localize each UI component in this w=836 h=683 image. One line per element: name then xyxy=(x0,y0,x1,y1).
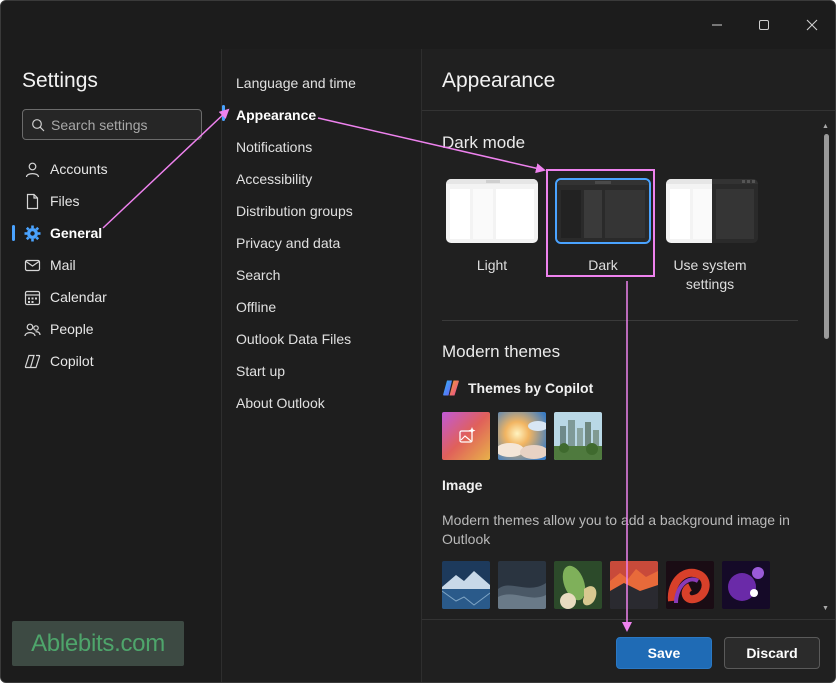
copilot-theme-sun-clouds[interactable] xyxy=(498,412,546,460)
copilot-icon xyxy=(22,351,42,371)
search-box[interactable] xyxy=(22,109,202,140)
sidebar-item-label: Accounts xyxy=(50,161,108,177)
title-bar xyxy=(1,1,835,49)
footer-bar: Save Discard xyxy=(422,619,835,682)
sidebar-item-label: Files xyxy=(50,193,80,209)
maximize-icon[interactable] xyxy=(750,11,778,39)
image-theme-green-abstract[interactable] xyxy=(554,561,602,609)
active-indicator xyxy=(12,225,15,241)
sidebar-item-label: Copilot xyxy=(50,353,94,369)
calendar-icon xyxy=(22,287,42,307)
save-button[interactable]: Save xyxy=(616,637,712,669)
person-icon xyxy=(22,159,42,179)
sidebar-item-label: General xyxy=(50,225,103,241)
themes-by-copilot-label: Themes by Copilot xyxy=(468,380,594,396)
settings-title: Settings xyxy=(22,69,98,92)
subnav-item-offline[interactable]: Offline xyxy=(236,295,416,319)
image-theme-swirl[interactable] xyxy=(666,561,714,609)
scrollbar-thumb[interactable] xyxy=(824,134,829,339)
scroll-up-icon[interactable]: ▲ xyxy=(822,123,829,130)
section-divider xyxy=(442,320,798,321)
sidebar-item-mail[interactable]: Mail xyxy=(13,251,213,279)
themes-by-copilot-row: Themes by Copilot xyxy=(442,379,593,397)
sidebar-item-people[interactable]: People xyxy=(13,315,213,343)
subnav-item-language[interactable]: Language and time xyxy=(236,71,416,95)
panel-header: Appearance xyxy=(422,49,835,111)
copilot-theme-city[interactable] xyxy=(554,412,602,460)
search-input[interactable] xyxy=(51,116,191,133)
modern-themes-heading: Modern themes xyxy=(442,342,561,361)
subnav-item-data-files[interactable]: Outlook Data Files xyxy=(236,327,416,351)
discard-button[interactable]: Discard xyxy=(724,637,820,669)
system-option-label: Use system settings xyxy=(673,257,747,292)
settings-sidebar: Settings Accounts Files General Mail Cal… xyxy=(1,49,222,682)
sidebar-item-files[interactable]: Files xyxy=(13,187,213,215)
light-theme-option[interactable] xyxy=(446,179,538,243)
subnav-item-about[interactable]: About Outlook xyxy=(236,391,416,415)
subnav-item-privacy[interactable]: Privacy and data xyxy=(236,231,416,255)
ablebits-watermark: Ablebits.com xyxy=(12,621,184,666)
dark-mode-heading: Dark mode xyxy=(442,133,526,152)
sidebar-item-copilot[interactable]: Copilot xyxy=(13,347,213,375)
gear-icon xyxy=(22,223,42,243)
active-indicator xyxy=(222,105,225,121)
image-heading: Image xyxy=(442,477,483,493)
image-theme-sunset-rock[interactable] xyxy=(610,561,658,609)
sidebar-item-accounts[interactable]: Accounts xyxy=(13,155,213,183)
light-option-label: Light xyxy=(476,257,508,273)
image-theme-mountain-lake[interactable] xyxy=(442,561,490,609)
image-theme-dunes[interactable] xyxy=(498,561,546,609)
mail-icon xyxy=(22,255,42,275)
image-description: Modern themes allow you to add a backgro… xyxy=(442,512,790,547)
subnav-item-accessibility[interactable]: Accessibility xyxy=(236,167,416,191)
people-icon xyxy=(22,319,42,339)
file-icon xyxy=(22,191,42,211)
subnav-item-notifications[interactable]: Notifications xyxy=(236,135,416,159)
sidebar-item-label: People xyxy=(50,321,94,337)
appearance-panel: Appearance Dark mode Light Dark Use syst… xyxy=(422,49,835,682)
close-icon[interactable] xyxy=(798,11,826,39)
page-title: Appearance xyxy=(442,69,556,92)
annotation-highlight-box xyxy=(546,169,655,277)
search-icon xyxy=(32,118,45,131)
sidebar-item-label: Mail xyxy=(50,257,76,273)
subnav-item-startup[interactable]: Start up xyxy=(236,359,416,383)
minimize-icon[interactable] xyxy=(703,11,731,39)
settings-window: Settings Accounts Files General Mail Cal… xyxy=(0,0,836,683)
copilot-create-theme-tile[interactable] xyxy=(442,412,490,460)
subnav-item-search[interactable]: Search xyxy=(236,263,416,287)
image-theme-purple-planet[interactable] xyxy=(722,561,770,609)
copilot-color-icon xyxy=(443,380,459,396)
scroll-down-icon[interactable]: ▼ xyxy=(822,605,829,612)
sidebar-item-general[interactable]: General xyxy=(12,219,213,247)
subnav-item-appearance[interactable]: Appearance xyxy=(236,103,416,127)
system-theme-option[interactable] xyxy=(666,179,758,243)
general-subnav: Language and time Appearance Notificatio… xyxy=(222,49,422,682)
sidebar-item-calendar[interactable]: Calendar xyxy=(13,283,213,311)
sidebar-item-label: Calendar xyxy=(50,289,107,305)
subnav-item-distribution-groups[interactable]: Distribution groups xyxy=(236,199,416,223)
